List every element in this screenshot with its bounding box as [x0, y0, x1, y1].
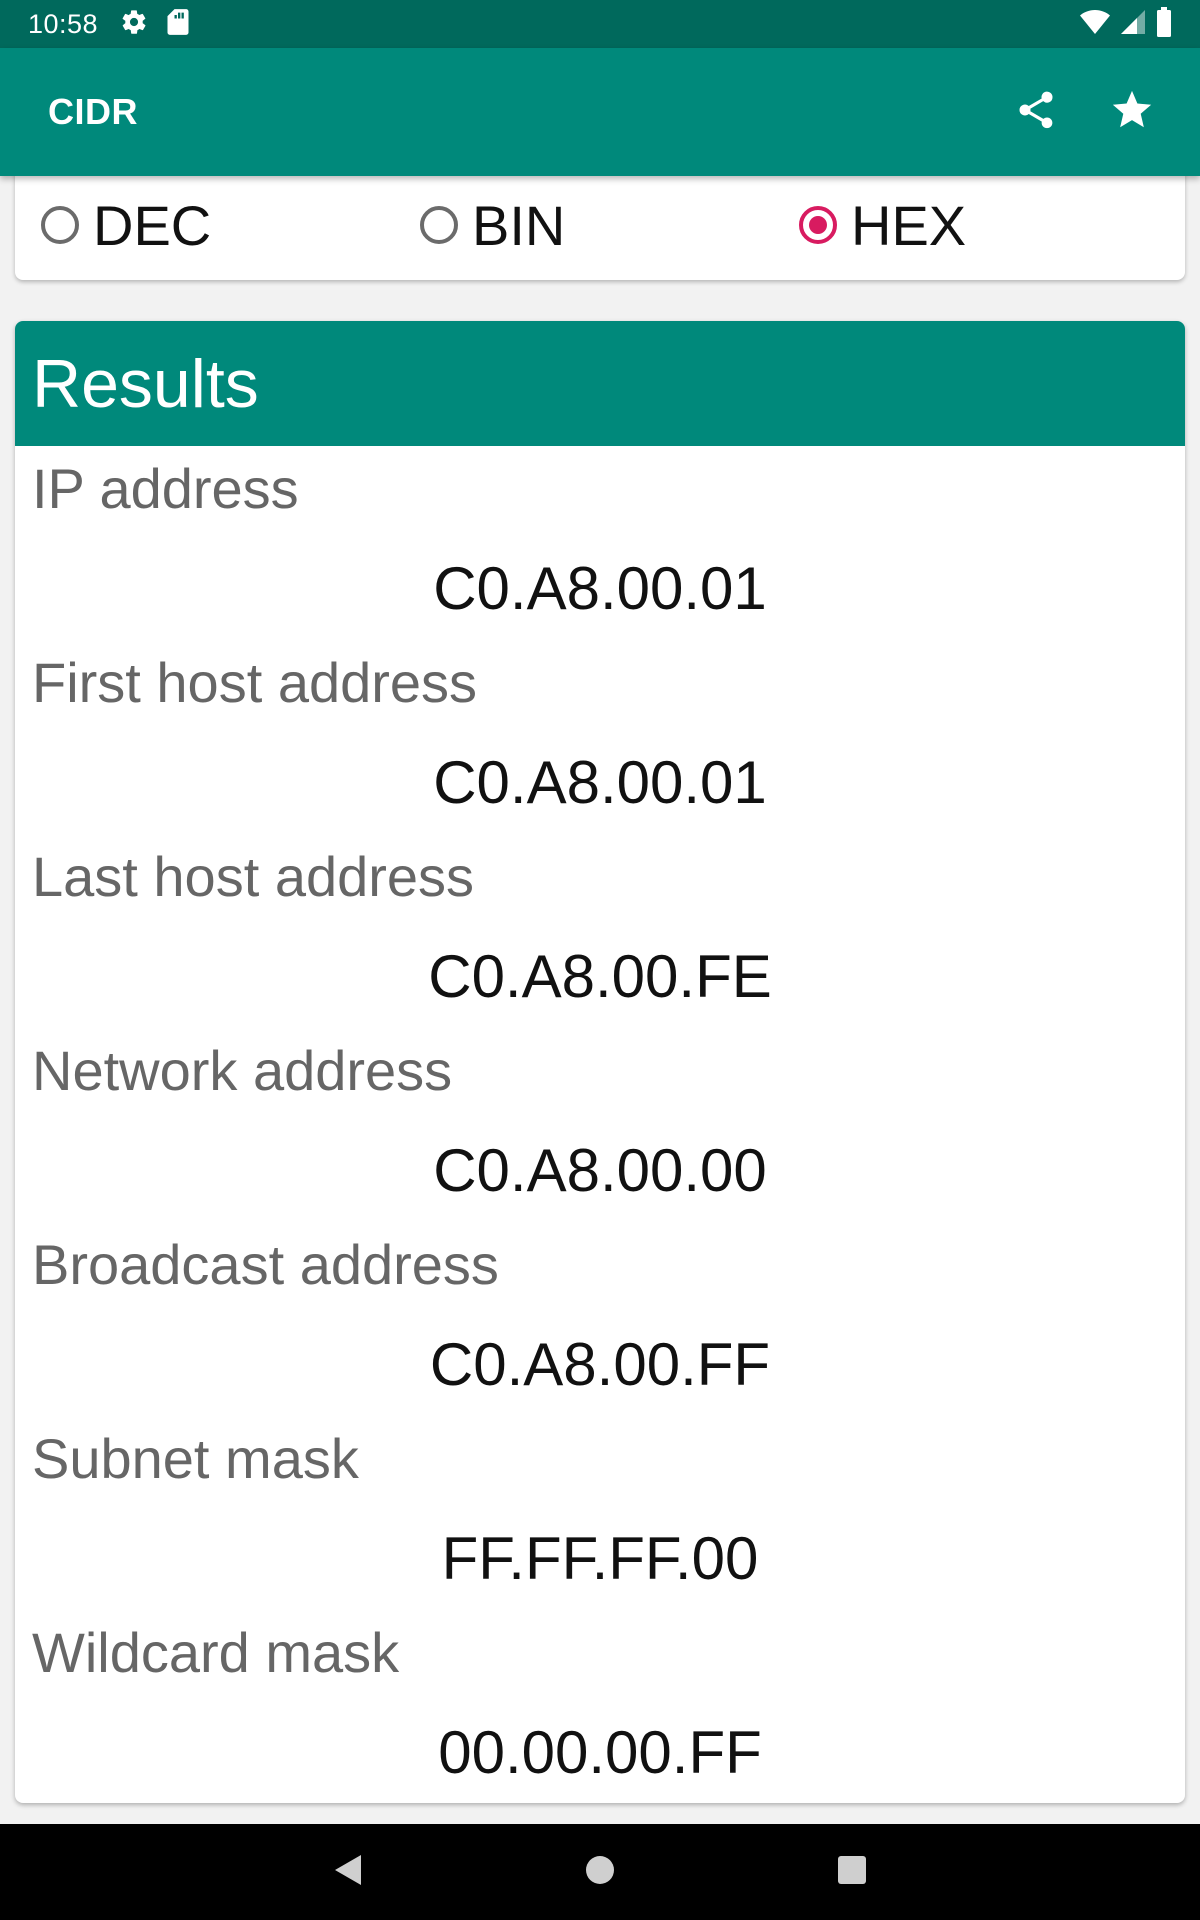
- favorite-button[interactable]: [1106, 86, 1158, 138]
- home-button[interactable]: [570, 1842, 630, 1902]
- radio-bin[interactable]: BIN: [420, 190, 565, 260]
- result-label: IP address: [32, 457, 299, 520]
- app-title: CIDR: [48, 91, 138, 132]
- battery-icon: [1156, 6, 1172, 42]
- radio-dec-label[interactable]: DEC: [93, 193, 211, 258]
- share-icon: [1014, 88, 1058, 137]
- result-value: FF.FF.FF.00: [441, 1525, 759, 1592]
- result-label: First host address: [32, 651, 478, 714]
- result-value: C0.A8.00.FF: [429, 1331, 771, 1398]
- result-label: Subnet mask: [32, 1427, 359, 1490]
- result-label: Wildcard mask: [32, 1621, 400, 1684]
- result-label: Broadcast address: [32, 1233, 499, 1296]
- radio-hex-circle[interactable]: [799, 206, 837, 244]
- result-broadcast-address: Broadcast address C0.A8.00.FF: [15, 1222, 1185, 1416]
- star-icon: [1109, 87, 1155, 138]
- back-icon: [331, 1853, 365, 1892]
- results-header: Results: [15, 321, 1185, 446]
- result-value: C0.A8.00.00: [433, 1137, 767, 1204]
- share-button[interactable]: [1010, 86, 1062, 138]
- result-value: 00.00.00.FF: [438, 1719, 762, 1786]
- result-value: C0.A8.00.01: [433, 749, 767, 816]
- recents-button[interactable]: [822, 1842, 882, 1902]
- results-card: Results IP address C0.A8.00.01 First hos…: [15, 321, 1185, 1803]
- result-last-host: Last host address C0.A8.00.FE: [15, 834, 1185, 1028]
- result-network-address: Network address C0.A8.00.00: [15, 1028, 1185, 1222]
- result-label: Last host address: [32, 845, 475, 908]
- status-left-icons: [120, 8, 190, 41]
- radio-hex[interactable]: HEX: [799, 190, 966, 260]
- sd-card-icon: [166, 8, 190, 41]
- app-bar: CIDR: [0, 48, 1200, 176]
- recents-icon: [837, 1855, 867, 1890]
- wifi-icon: [1080, 9, 1110, 40]
- back-button[interactable]: [318, 1842, 378, 1902]
- radio-dec-circle[interactable]: [41, 206, 79, 244]
- result-ip-address: IP address C0.A8.00.01: [15, 446, 1185, 640]
- status-time: 10:58: [28, 8, 99, 39]
- result-wildcard-mask: Wildcard mask 00.00.00.FF: [15, 1610, 1185, 1803]
- app-actions: [1010, 86, 1158, 138]
- status-right-icons: [1080, 6, 1172, 42]
- results-title: Results: [32, 345, 259, 422]
- radio-bin-circle[interactable]: [420, 206, 458, 244]
- result-label: Network address: [32, 1039, 453, 1102]
- result-subnet-mask: Subnet mask FF.FF.FF.00: [15, 1416, 1185, 1610]
- result-first-host: First host address C0.A8.00.01: [15, 640, 1185, 834]
- gear-icon: [120, 8, 148, 41]
- home-icon: [585, 1855, 615, 1890]
- radio-bin-label[interactable]: BIN: [472, 193, 565, 258]
- status-bar: 10:58: [0, 0, 1200, 48]
- result-value: C0.A8.00.FE: [428, 943, 772, 1010]
- navigation-bar: [0, 1824, 1200, 1920]
- signal-icon: [1120, 9, 1146, 40]
- radio-hex-label[interactable]: HEX: [851, 193, 966, 258]
- radio-dec[interactable]: DEC: [41, 190, 211, 260]
- result-value: C0.A8.00.01: [433, 555, 767, 622]
